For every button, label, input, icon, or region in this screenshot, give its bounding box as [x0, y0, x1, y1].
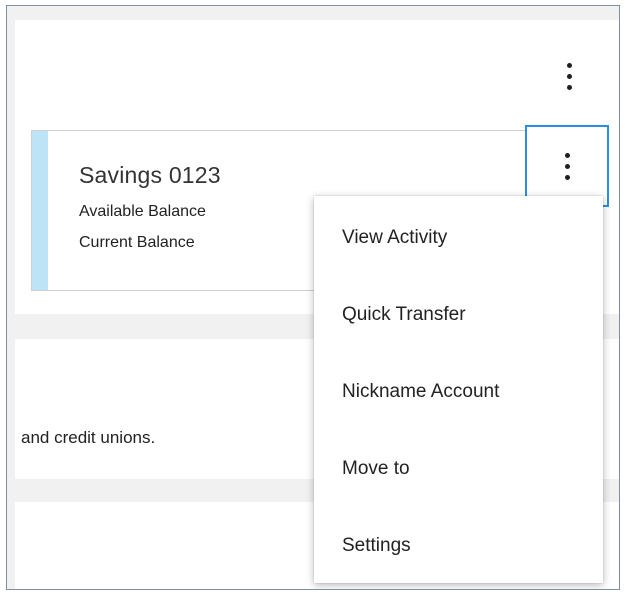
app-frame: Savings 0123 Available Balance Current B…: [6, 5, 620, 590]
kebab-vertical-icon: [560, 146, 574, 186]
account-name[interactable]: Savings 0123: [79, 162, 221, 189]
account-accent-bar: [32, 131, 48, 290]
current-balance-label: Current Balance: [79, 234, 195, 251]
menu-item-view-activity[interactable]: View Activity: [314, 199, 603, 276]
menu-item-settings[interactable]: Settings: [314, 507, 603, 584]
more-options-icon[interactable]: [562, 56, 576, 96]
available-balance-label: Available Balance: [79, 203, 206, 220]
menu-item-quick-transfer[interactable]: Quick Transfer: [314, 276, 603, 353]
menu-item-nickname-account[interactable]: Nickname Account: [314, 353, 603, 430]
info-text: and credit unions.: [21, 428, 156, 447]
menu-item-move-to[interactable]: Move to: [314, 430, 603, 507]
account-options-menu: View Activity Quick Transfer Nickname Ac…: [314, 196, 603, 583]
account-more-button[interactable]: [525, 125, 609, 207]
